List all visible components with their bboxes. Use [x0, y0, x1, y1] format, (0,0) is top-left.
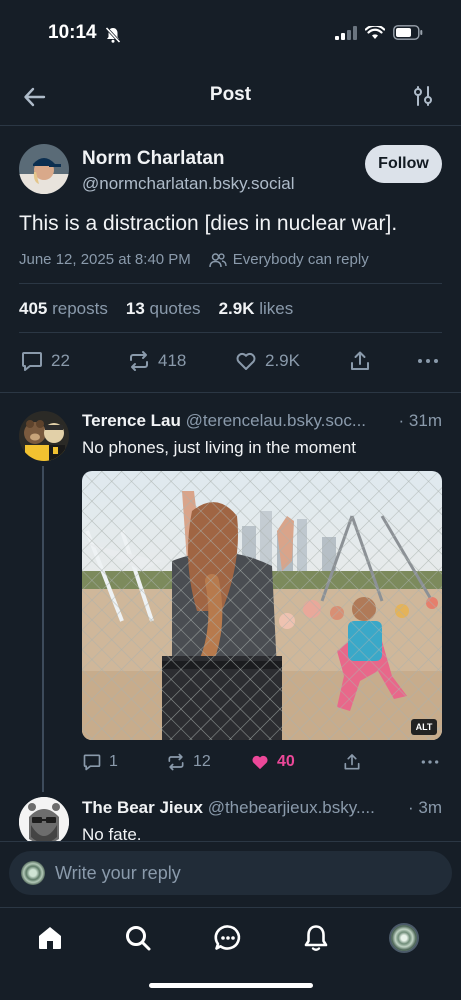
author-handle[interactable]: @normcharlatan.bsky.social	[82, 174, 295, 194]
home-indicator	[149, 983, 313, 988]
heart-filled-icon	[252, 755, 268, 770]
share-icon	[344, 754, 360, 770]
reply-author-avatar[interactable]	[19, 411, 69, 461]
divider	[19, 332, 442, 333]
author-avatar[interactable]	[19, 144, 69, 194]
comment-icon	[22, 352, 42, 371]
section-divider	[0, 392, 461, 393]
reply-image[interactable]	[82, 471, 442, 740]
battery-icon	[393, 25, 423, 40]
author-name[interactable]: Norm Charlatan	[82, 148, 225, 170]
reply-author-avatar[interactable]	[19, 797, 69, 847]
more-options-button[interactable]	[416, 349, 440, 373]
reply-repost-button[interactable]: 12	[166, 752, 250, 772]
reply-setting[interactable]: Everybody can reply	[233, 251, 369, 268]
composer-placeholder[interactable]: Write your reply	[55, 863, 181, 884]
repost-button[interactable]: 418	[127, 349, 234, 373]
reply-author-name[interactable]: The Bear Jieux	[82, 798, 203, 817]
profile-avatar[interactable]	[384, 918, 424, 958]
chat-icon[interactable]	[208, 918, 248, 958]
post-meta: June 12, 2025 at 8:40 PM Everybody can r…	[19, 251, 369, 268]
post-text: This is a distraction [dies in nuclear w…	[19, 212, 398, 235]
reply-share-button[interactable]	[342, 752, 402, 772]
search-icon[interactable]	[118, 918, 158, 958]
reply-time: · 3m	[408, 798, 442, 817]
reply-author-handle[interactable]: @thebearjieux.bsky....	[208, 798, 375, 817]
reply-header: Terence Lau @terencelau.bsky.soc...	[82, 411, 366, 431]
reply-reply-button[interactable]: 1	[82, 752, 166, 772]
divider	[19, 283, 442, 284]
bell-icon[interactable]	[296, 918, 336, 958]
reply-composer[interactable]: Write your reply	[9, 851, 452, 895]
like-button[interactable]: 2.9K	[234, 349, 348, 373]
status-time: 10:14	[48, 22, 97, 43]
heart-icon	[236, 352, 256, 370]
thread-line	[42, 466, 44, 792]
share-icon	[351, 351, 369, 370]
reposts-stat[interactable]: 405 reposts	[19, 299, 108, 319]
page-title: Post	[209, 84, 252, 105]
home-icon[interactable]	[30, 918, 70, 958]
post-header: Post	[0, 70, 461, 126]
my-avatar	[21, 861, 45, 885]
reply-author-name[interactable]: Terence Lau	[82, 411, 181, 430]
reply-like-button[interactable]: 40	[250, 752, 342, 772]
quotes-stat[interactable]: 13 quotes	[126, 299, 201, 319]
comment-icon	[83, 754, 101, 771]
post-timestamp: June 12, 2025 at 8:40 PM	[19, 251, 191, 268]
wifi-icon	[365, 25, 385, 39]
follow-button[interactable]: Follow	[365, 145, 442, 183]
reply-text: No phones, just living in the moment	[82, 438, 357, 457]
likes-stat[interactable]: 2.9K likes	[219, 299, 294, 319]
share-button[interactable]	[348, 349, 416, 373]
people-icon	[209, 252, 227, 268]
post-stats: 405 reposts 13 quotes 2.9K likes	[19, 299, 293, 319]
reply-more-button[interactable]	[420, 752, 440, 772]
reply-author-handle[interactable]: @terencelau.bsky.soc...	[186, 411, 366, 430]
sliders-icon[interactable]	[411, 84, 435, 108]
signal-icon	[335, 25, 357, 40]
ellipsis-icon	[421, 760, 439, 764]
repost-icon	[168, 753, 184, 771]
reply-time: · 31m	[398, 411, 442, 430]
repost-icon	[130, 351, 148, 371]
alt-text-badge[interactable]: ALT	[411, 719, 437, 735]
silent-bell-icon	[104, 26, 122, 44]
reply-header: The Bear Jieux @thebearjieux.bsky....	[82, 798, 375, 818]
ellipsis-icon	[418, 359, 438, 363]
reply-button[interactable]: 22	[20, 349, 127, 373]
status-indicators	[335, 25, 423, 40]
reply-actions: 1 12 40	[82, 752, 440, 772]
post-actions: 22 418 2.9K	[20, 349, 440, 373]
